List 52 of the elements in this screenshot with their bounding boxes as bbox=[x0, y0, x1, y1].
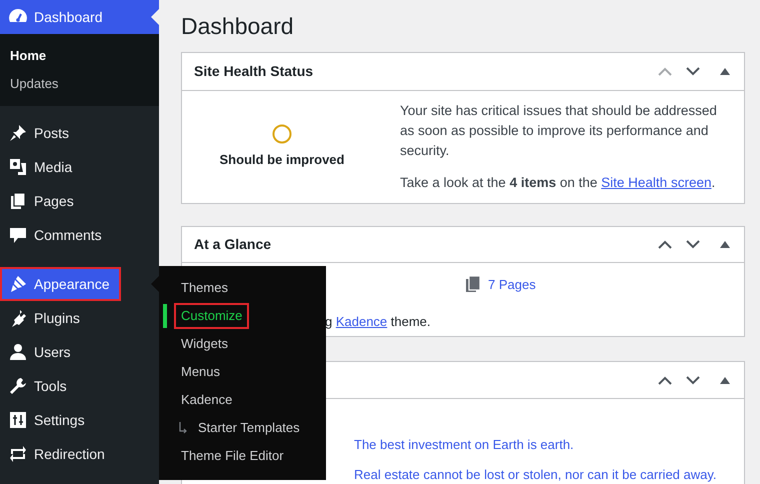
wrench-icon bbox=[9, 377, 27, 395]
pages-count-link[interactable]: 7 Pages bbox=[488, 275, 536, 295]
site-health-link[interactable]: Site Health screen bbox=[601, 174, 712, 190]
sidebar-item[interactable]: Redirection bbox=[0, 437, 159, 471]
flyout-item[interactable]: Theme File Editor bbox=[175, 444, 290, 468]
sidebar-item[interactable]: Comments bbox=[0, 218, 159, 252]
panel-title: Site Health Status bbox=[194, 62, 314, 81]
move-down-icon[interactable] bbox=[686, 240, 700, 250]
submenu-item[interactable]: Home bbox=[0, 42, 159, 70]
health-status: Should be improved bbox=[220, 150, 344, 169]
sidebar-item[interactable]: Posts bbox=[0, 116, 159, 150]
sidebar-item[interactable]: Plugins bbox=[0, 301, 159, 335]
health-message: Your site has critical issues that should be addressed as soon as possible to improve its performance and security. bbox=[400, 102, 718, 160]
flyout-item[interactable]: Customize bbox=[175, 304, 248, 328]
quote-link[interactable]: The best investment on Earth is earth. bbox=[354, 435, 744, 455]
speech-bubble-icon bbox=[9, 226, 27, 244]
theme-link[interactable]: Kadence bbox=[336, 314, 388, 329]
move-down-icon[interactable] bbox=[686, 66, 700, 76]
flyout-item[interactable]: Widgets bbox=[175, 332, 234, 356]
sliders-icon bbox=[9, 411, 27, 429]
sidebar-item[interactable]: Media bbox=[0, 150, 159, 184]
sidebar-item[interactable]: Settings bbox=[0, 403, 159, 437]
flyout-item[interactable]: Starter Templates bbox=[192, 416, 306, 440]
submenu-item[interactable]: Updates bbox=[0, 70, 159, 98]
plug-icon bbox=[9, 309, 27, 327]
pages-icon bbox=[10, 192, 26, 210]
flyout-item[interactable]: Kadence bbox=[175, 388, 238, 412]
health-prompt: Take a look at the 4 items on the Site Health screen. bbox=[400, 174, 716, 192]
page-title: Dashboard bbox=[181, 12, 295, 41]
collapse-icon[interactable] bbox=[720, 376, 730, 384]
quote-link[interactable]: Real estate cannot be lost or stolen, nor can it be carried away. bbox=[354, 464, 744, 484]
user-icon bbox=[9, 343, 27, 361]
status-ring-icon bbox=[272, 124, 292, 144]
paintbrush-icon bbox=[9, 275, 27, 293]
sidebar-item[interactable]: Users bbox=[0, 335, 159, 369]
sidebar-item[interactable]: Pages bbox=[0, 184, 159, 218]
sidebar-item[interactable]: Tools bbox=[0, 369, 159, 403]
collapse-icon[interactable] bbox=[720, 241, 730, 248]
menu-pointer-icon bbox=[151, 9, 159, 25]
move-up-icon[interactable] bbox=[658, 240, 672, 250]
child-arrow-icon bbox=[179, 422, 187, 434]
move-up-icon[interactable] bbox=[658, 376, 672, 385]
move-down-icon[interactable] bbox=[686, 376, 700, 385]
panel-title: At a Glance bbox=[194, 235, 272, 254]
pages-icon bbox=[465, 276, 481, 294]
pushpin-icon bbox=[9, 124, 27, 142]
collapse-icon[interactable] bbox=[720, 68, 730, 75]
sidebar-item[interactable]: Dashboard bbox=[0, 0, 159, 34]
arrows-loop-icon bbox=[9, 445, 27, 463]
media-icon bbox=[9, 158, 27, 176]
flyout-item[interactable]: Menus bbox=[175, 360, 226, 384]
flyout-item[interactable]: Themes bbox=[175, 276, 234, 300]
